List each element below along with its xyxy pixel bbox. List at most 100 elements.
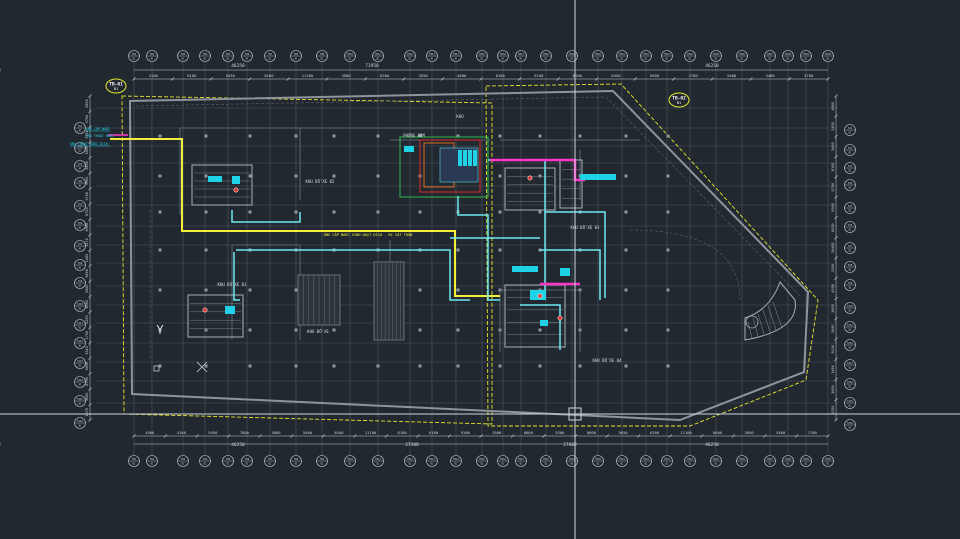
- dimension-label: 5400: [766, 73, 776, 78]
- structural-column: [158, 210, 162, 214]
- dimension-label: 6200: [650, 430, 660, 435]
- axis-bubble-label: TB25: [713, 458, 719, 461]
- structural-column: [332, 210, 336, 214]
- axis-bubble: TB22B1: [640, 455, 652, 467]
- room-label: PHÒNG BƠM: [403, 133, 425, 138]
- axis-bubble: TB16B1: [497, 455, 509, 467]
- dimension-label: 3700: [688, 73, 698, 78]
- dimension-label: 4150: [831, 406, 835, 415]
- structural-column: [248, 328, 252, 332]
- bottom-overall-dim: 46250: [705, 442, 719, 448]
- dimension-label: 6100: [334, 430, 344, 435]
- axis-bubble-label: TB3: [181, 53, 186, 56]
- dimension-label: 3700: [85, 115, 89, 124]
- axis-bubble: TB9B1: [316, 50, 328, 62]
- structural-column: [498, 210, 502, 214]
- axis-bubble-label: TA11: [77, 322, 83, 325]
- structural-column: [666, 328, 670, 332]
- structural-column: [624, 248, 628, 252]
- structural-column: [248, 288, 252, 292]
- dimension-label: 6100: [496, 73, 506, 78]
- axis-bubble-label: TB26: [739, 53, 745, 56]
- axis-bubble-label: TB2: [150, 53, 155, 56]
- axis-bubble: TB8B1: [290, 455, 302, 467]
- axis-bubble: TB28B1: [782, 50, 794, 62]
- axis-bubble-label: TB4: [203, 53, 208, 56]
- axis-bubble: TA16B1: [844, 419, 856, 431]
- axis-bubble-label: TB9: [320, 458, 325, 461]
- axis-bubble: TB13B1: [426, 50, 438, 62]
- axis-bubble-label: TB15: [479, 53, 485, 56]
- structural-column: [456, 364, 460, 368]
- axis-bubble-label: TB13: [429, 53, 435, 56]
- valve-marker: [527, 175, 533, 181]
- dimension-label: 6100: [429, 430, 439, 435]
- axis-bubble-label: TB16: [500, 53, 506, 56]
- dimension-label: 4100: [149, 73, 159, 78]
- dimension-label: 3100: [831, 264, 835, 273]
- axis-bubble-label: TA11: [847, 324, 853, 327]
- axis-bubble-label: TB23: [664, 53, 670, 56]
- structural-column: [294, 328, 298, 332]
- axis-bubble: TB10B1: [344, 50, 356, 62]
- structural-column: [204, 328, 208, 332]
- axis-bubble: TB6B1: [241, 455, 253, 467]
- dimension-label: 6100: [534, 73, 544, 78]
- structural-column: [418, 328, 422, 332]
- structural-column: [294, 288, 298, 292]
- structural-column: [294, 174, 298, 178]
- plumbing-fixture: [225, 306, 235, 314]
- dimension-label: 1870: [85, 408, 89, 417]
- axis-bubble-label: TA6: [78, 222, 83, 225]
- top-overall-dim: 46250: [231, 63, 245, 69]
- room-label: KHU ĐỖ XE 04: [593, 358, 622, 363]
- axis-bubble: TB23B1: [661, 455, 673, 467]
- dimension-label: 6600: [524, 430, 534, 435]
- dimension-label: 5400: [303, 430, 313, 435]
- structural-column: [158, 288, 162, 292]
- dimension-label: 3400: [85, 285, 89, 294]
- pump-unit: [468, 150, 472, 166]
- dimension-label: 4900: [145, 430, 155, 435]
- axis-bubble-label: TA5: [848, 205, 853, 208]
- dimension-label: 6000: [831, 203, 835, 212]
- dimension-label: 9450: [208, 430, 218, 435]
- axis-bubble: TB24B1: [684, 455, 696, 467]
- structural-column: [204, 174, 208, 178]
- dimension-label: 9100: [461, 430, 471, 435]
- axis-bubble-label: TB22: [643, 458, 649, 461]
- structural-column: [204, 364, 208, 368]
- axis-bubble-label: TA7: [78, 243, 83, 246]
- valve-marker: [202, 307, 208, 313]
- structural-column: [666, 210, 670, 214]
- dimension-label: 7700: [808, 430, 818, 435]
- axis-bubble: TB8B1: [290, 50, 302, 62]
- axis-bubble-label: TA8: [78, 262, 83, 265]
- axis-bubble: TA8B1: [74, 259, 86, 271]
- axis-bubble: TB1B1: [128, 455, 140, 467]
- dimension-label: 8100: [573, 73, 583, 78]
- axis-bubble-label: TA14: [847, 381, 853, 384]
- axis-bubble-label: TA15: [77, 398, 83, 401]
- structural-column: [418, 288, 422, 292]
- structural-column: [624, 174, 628, 178]
- pump-unit: [458, 150, 462, 166]
- axis-bubble: TB24B1: [684, 50, 696, 62]
- axis-bubble: TB7B1: [264, 455, 276, 467]
- structural-column: [376, 174, 380, 178]
- dimension-label: 7800: [240, 430, 250, 435]
- axis-bubble: TB23B1: [661, 50, 673, 62]
- structural-column: [666, 288, 670, 292]
- axis-bubble-label: TA9: [848, 282, 853, 285]
- axis-bubble-label: TA3: [848, 165, 853, 168]
- axis-bubble-label: TB18: [543, 53, 549, 56]
- axis-bubble-label: TB23: [664, 458, 670, 461]
- dimension-label: 8050: [85, 362, 89, 371]
- axis-bubble: TA11B1: [844, 321, 856, 333]
- cad-drawing-canvas[interactable]: TB1B1TB1B1TB2B1TB2B1TB3B1TB3B1TB4B1TB4B1…: [0, 0, 960, 539]
- axis-bubble: TA15B1: [844, 397, 856, 409]
- axis-bubble: TB5B1: [222, 50, 234, 62]
- axis-bubble-label: TB16: [500, 458, 506, 461]
- axis-bubble-label: TB28: [785, 53, 791, 56]
- structural-column: [158, 174, 162, 178]
